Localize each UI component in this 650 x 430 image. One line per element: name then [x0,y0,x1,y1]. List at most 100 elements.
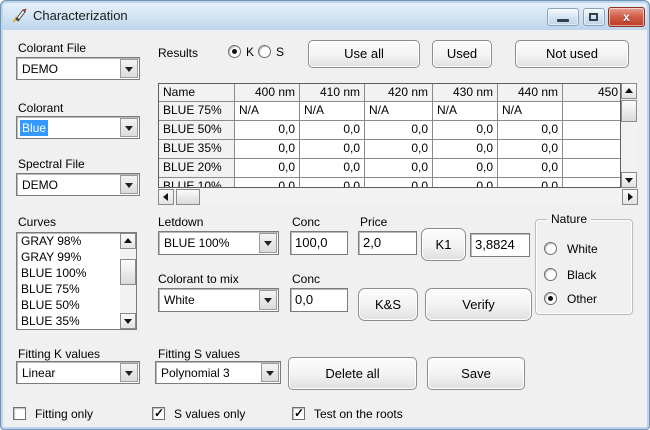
curves-scrollbar[interactable] [120,233,136,329]
list-item[interactable]: BLUE 35% [17,313,136,329]
colorant-to-mix-select[interactable]: White [158,288,279,312]
letdown-value: BLUE 100% [162,235,231,251]
results-label: Results [158,46,198,60]
verify-button[interactable]: Verify [425,288,532,321]
colorant-label: Colorant [18,101,63,115]
minimize-button[interactable] [547,8,579,26]
list-item[interactable]: BLUE 100% [17,265,136,281]
table-row[interactable]: BLUE 10% 0,0 0,0 0,0 0,0 0,0 [159,178,620,188]
letdown-label: Letdown [158,215,203,229]
scroll-left-icon[interactable] [158,189,174,205]
results-table[interactable]: Name 400 nm 410 nm 420 nm 430 nm 440 nm … [158,83,621,188]
chevron-down-icon[interactable] [120,118,138,137]
column-header[interactable]: 450 [563,84,621,102]
nature-label: Nature [547,212,591,226]
chevron-down-icon[interactable] [261,363,279,382]
window-title: Characterization [33,1,128,30]
used-button[interactable]: Used [432,40,492,68]
table-header-row: Name 400 nm 410 nm 420 nm 430 nm 440 nm … [159,84,620,102]
scroll-down-icon[interactable] [621,172,637,188]
column-header[interactable]: 400 nm [235,84,300,102]
radio-other[interactable] [544,292,557,305]
radio-white[interactable] [544,242,557,255]
chevron-down-icon[interactable] [120,363,138,382]
s-values-only-checkbox[interactable] [152,407,165,420]
chevron-down-icon[interactable] [120,59,138,78]
fitting-only-label: Fitting only [35,407,93,421]
fitting-s-value: Polynomial 3 [159,365,232,381]
fitting-k-label: Fitting K values [18,347,100,361]
fitting-s-select[interactable]: Polynomial 3 [155,361,281,384]
scroll-down-icon[interactable] [120,313,136,329]
spectral-file-select[interactable]: DEMO [16,173,140,196]
radio-s-label: S [276,45,284,59]
delete-all-button[interactable]: Delete all [288,357,417,390]
list-item[interactable]: GRAY 99% [17,249,136,265]
scroll-right-icon[interactable] [622,189,638,205]
scroll-up-icon[interactable] [621,83,637,99]
radio-k-label: K [246,45,254,59]
column-header[interactable]: 410 nm [300,84,365,102]
fitting-k-select[interactable]: Linear [16,361,140,384]
scrollbar-thumb[interactable] [120,259,136,285]
radio-white-label: White [567,242,598,256]
restore-icon [589,13,598,21]
table-vscrollbar[interactable] [621,83,638,188]
list-item[interactable]: BLUE 50% [17,297,136,313]
radio-black[interactable] [544,268,557,281]
column-header[interactable]: 430 nm [433,84,498,102]
radio-k[interactable] [228,45,241,58]
table-row[interactable]: BLUE 20% 0,0 0,0 0,0 0,0 0,0 [159,159,620,178]
nature-groupbox: Nature White Black Other [535,219,633,315]
table-row[interactable]: BLUE 75% N/A N/A N/A N/A N/A [159,102,620,121]
rocket-icon [11,8,27,24]
table-row[interactable]: BLUE 35% 0,0 0,0 0,0 0,0 0,0 [159,140,620,159]
list-item[interactable]: BLUE 75% [17,281,136,297]
list-item[interactable]: GRAY 98% [17,233,136,249]
scroll-up-icon[interactable] [120,233,136,249]
radio-black-label: Black [567,268,596,282]
test-on-roots-checkbox[interactable] [292,407,305,420]
curves-label: Curves [18,215,56,229]
table-row[interactable]: BLUE 50% 0,0 0,0 0,0 0,0 0,0 [159,121,620,140]
colorant-file-select[interactable]: DEMO [16,57,140,80]
price-input[interactable]: 2,0 [358,231,417,255]
k1-button[interactable]: K1 [421,228,466,261]
ks-button[interactable]: K&S [358,288,418,321]
chevron-down-icon[interactable] [259,290,277,310]
letdown-conc-label: Conc [292,215,320,229]
letdown-conc-input[interactable]: 100,0 [290,231,348,255]
fitting-s-label: Fitting S values [158,347,240,361]
fitting-k-value: Linear [20,365,57,381]
scrollbar-thumb[interactable] [621,100,637,122]
fitting-only-checkbox[interactable] [13,407,26,420]
curves-listbox[interactable]: GRAY 98% GRAY 99% BLUE 100% BLUE 75% BLU… [16,232,137,330]
table-hscrollbar[interactable] [158,189,638,205]
title-bar[interactable]: Characterization x [1,1,649,30]
spectral-file-label: Spectral File [18,157,85,171]
not-used-button[interactable]: Not used [515,40,629,68]
mix-conc-input[interactable]: 0,0 [290,288,348,312]
use-all-button[interactable]: Use all [308,40,420,68]
minimize-icon [557,19,569,22]
colorant-to-mix-value: White [162,292,197,308]
scrollbar-thumb[interactable] [176,189,200,205]
mix-conc-label: Conc [292,272,320,286]
k1-value-input[interactable]: 3,8824 [470,233,530,257]
letdown-select[interactable]: BLUE 100% [158,231,279,255]
save-button[interactable]: Save [427,357,525,390]
chevron-down-icon[interactable] [120,175,138,194]
colorant-file-label: Colorant File [18,41,86,55]
column-header[interactable]: Name [159,84,235,102]
colorant-file-value: DEMO [20,61,60,77]
characterization-window: Characterization x Colorant File DEMO Co… [0,0,650,430]
column-header[interactable]: 440 nm [498,84,563,102]
close-icon: x [609,8,644,26]
radio-s[interactable] [258,45,271,58]
restore-button[interactable] [583,8,605,26]
colorant-value: Blue [20,120,48,136]
chevron-down-icon[interactable] [259,233,277,253]
close-button[interactable]: x [608,7,645,27]
colorant-select[interactable]: Blue [16,116,140,139]
column-header[interactable]: 420 nm [365,84,433,102]
